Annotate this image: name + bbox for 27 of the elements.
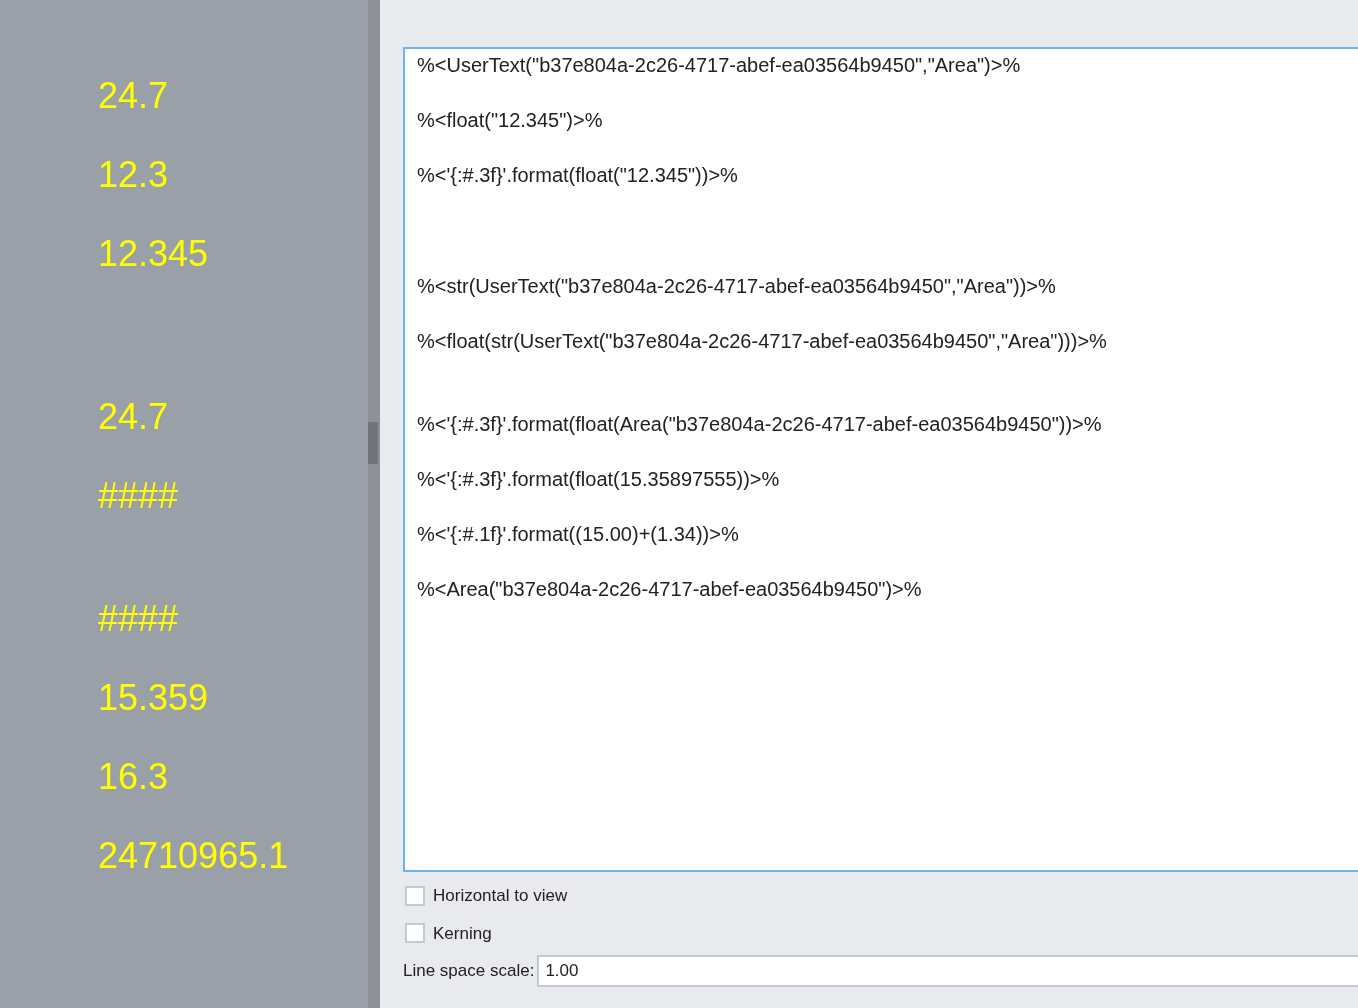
code-line: %<'{:#.3f}'.format(float(Area("b37e804a-2c26-4717-abef-ea03564b9450"))>% <box>417 412 1102 437</box>
preview-value: 24.7 <box>98 395 169 439</box>
preview-value: #### <box>98 597 179 641</box>
preview-value: 16.3 <box>98 755 169 799</box>
input-field[interactable]: 1.00 <box>537 955 1358 987</box>
option-checkbox[interactable]: Kerning <box>405 920 492 946</box>
field-label: Line space scale: <box>403 960 535 983</box>
preview-value: #### <box>98 474 179 518</box>
text-editor[interactable] <box>403 47 1358 872</box>
preview-value: 24.7 <box>98 74 169 118</box>
code-line: %<float(str(UserText("b37e804a-2c26-4717-abef-ea03564b9450","Area")))>% <box>417 329 1107 354</box>
code-line: %<'{:#.3f}'.format(float("12.345"))>% <box>417 163 738 188</box>
checkbox[interactable] <box>405 885 425 906</box>
code-line: %<'{:#.3f}'.format(float(15.35897555))>% <box>417 467 780 492</box>
code-line: %<Area("b37e804a-2c26-4717-abef-ea03564b9450")>% <box>417 577 922 602</box>
splitter-handle[interactable] <box>368 422 378 464</box>
code-line: %<UserText("b37e804a-2c26-4717-abef-ea03564b9450","Area")>% <box>417 53 1021 78</box>
code-line: %<str(UserText("b37e804a-2c26-4717-abef-ea03564b9450","Area"))>% <box>417 274 1056 299</box>
checkbox[interactable] <box>405 923 425 944</box>
option-checkbox[interactable]: Horizontal to view <box>405 883 568 909</box>
splitter[interactable] <box>368 0 380 1008</box>
code-line: %<'{:#.1f}'.format((15.00)+(1.34))>% <box>417 522 739 547</box>
code-line: %<float("12.345")>% <box>417 108 603 133</box>
preview-value: 15.359 <box>98 676 209 720</box>
preview-value: 12.3 <box>98 153 169 197</box>
preview-value: 12.345 <box>98 232 209 276</box>
preview-value: 24710965.1 <box>98 834 289 878</box>
